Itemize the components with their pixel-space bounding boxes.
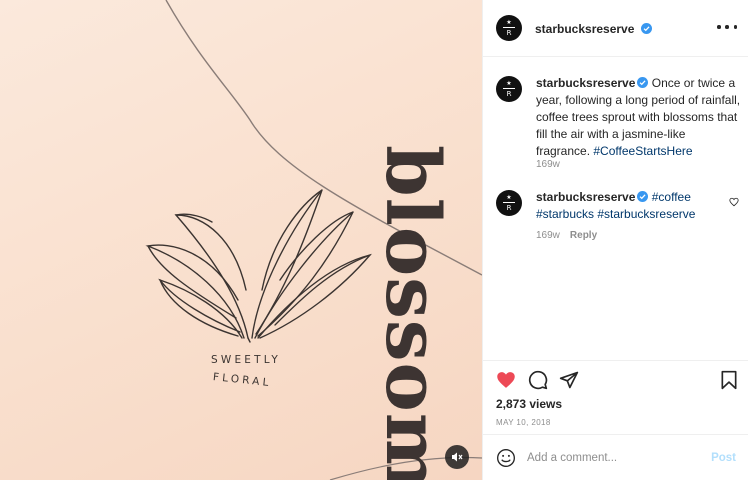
view-count[interactable]: 2,873 views bbox=[496, 397, 562, 411]
comment-hashtag[interactable]: #coffee bbox=[652, 190, 691, 204]
post-date[interactable]: MAY 10, 2018 bbox=[496, 418, 551, 427]
post-media[interactable]: SWEETLY FLORAL blossom bbox=[0, 0, 482, 480]
share-icon[interactable] bbox=[559, 370, 579, 390]
action-bar: 2,873 views MAY 10, 2018 bbox=[483, 360, 748, 434]
caption-age[interactable]: 169w bbox=[536, 159, 560, 170]
post-header: ★ R starbucksreserve bbox=[483, 0, 748, 57]
post-button[interactable]: Post bbox=[711, 452, 736, 464]
verified-badge-icon bbox=[640, 23, 652, 34]
caption-hashtag[interactable]: #CoffeeStartsHere bbox=[593, 144, 692, 158]
emoji-icon[interactable] bbox=[496, 448, 516, 468]
reply-button[interactable]: Reply bbox=[570, 230, 597, 241]
post-side-panel: ★ R starbucksreserve ★ R starbucksreserv… bbox=[482, 0, 748, 480]
caption-username[interactable]: starbucksreserve bbox=[536, 76, 635, 90]
more-options-button[interactable] bbox=[717, 20, 737, 34]
blossom-word: blossom bbox=[369, 145, 455, 480]
comment-age[interactable]: 169w bbox=[536, 230, 560, 241]
add-comment-bar: Add a comment... Post bbox=[483, 434, 748, 480]
speaker-muted-icon bbox=[452, 452, 463, 462]
mute-button[interactable] bbox=[445, 445, 469, 469]
verified-badge-icon bbox=[637, 191, 649, 202]
comment-hashtag[interactable]: #starbucks bbox=[536, 207, 594, 221]
heart-icon[interactable] bbox=[496, 370, 516, 390]
tagline-line-1: SWEETLY bbox=[211, 354, 281, 366]
verified-badge-icon bbox=[637, 77, 649, 88]
like-comment-heart-icon[interactable] bbox=[729, 197, 739, 207]
header-username[interactable]: starbucksreserve bbox=[535, 22, 634, 36]
comment-avatar[interactable]: ★ R bbox=[496, 190, 522, 216]
avatar[interactable]: ★ R bbox=[496, 15, 522, 41]
caption-avatar[interactable]: ★ R bbox=[496, 76, 522, 102]
bookmark-icon[interactable] bbox=[719, 370, 739, 390]
comment-hashtag[interactable]: #starbucksreserve bbox=[597, 207, 695, 221]
comment-icon[interactable] bbox=[528, 370, 548, 390]
comment-input[interactable]: Add a comment... bbox=[527, 452, 617, 464]
comment-username[interactable]: starbucksreserve bbox=[536, 190, 635, 204]
